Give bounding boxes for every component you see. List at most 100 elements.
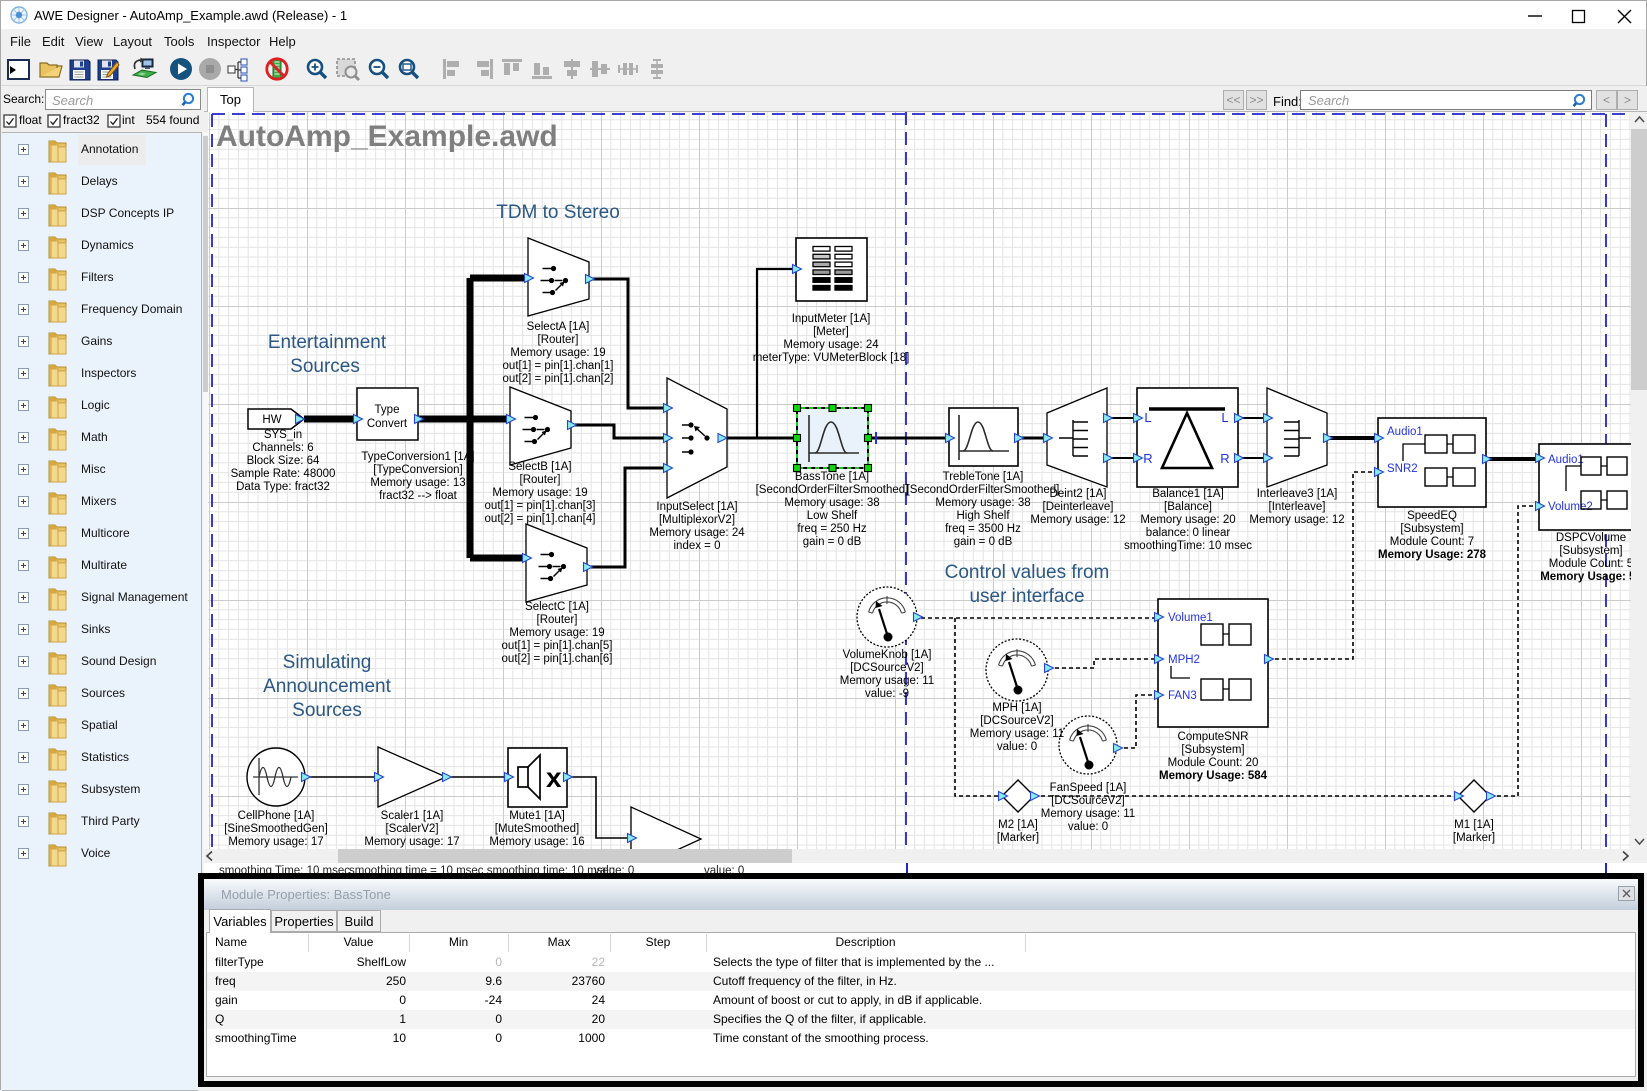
svg-text:Memory usage: 13: Memory usage: 13 [370, 477, 465, 489]
svg-text:FanSpeed [1A]: FanSpeed [1A] [1050, 782, 1127, 794]
svg-text:[Marker]: [Marker] [997, 832, 1039, 844]
svg-text:VolumeKnob [1A]: VolumeKnob [1A] [843, 649, 932, 661]
svg-text:Memory usage: 24: Memory usage: 24 [649, 527, 745, 539]
svg-text:Volume2: Volume2 [1548, 501, 1593, 513]
svg-text:[Meter]: [Meter] [813, 326, 849, 338]
svg-text:[Router]: [Router] [537, 614, 578, 626]
svg-text:meterType: VUMeterBlock [18]: meterType: VUMeterBlock [18] [753, 352, 910, 364]
svg-text:balance: 0 linear: balance: 0 linear [1146, 527, 1231, 539]
svg-text:SelectC [1A]: SelectC [1A] [525, 601, 589, 613]
svg-text:TrebleTone [1A]: TrebleTone [1A] [943, 471, 1024, 483]
svg-text:TypeConversion1 [1A]: TypeConversion1 [1A] [361, 451, 474, 463]
svg-text:out[2] = pin[1].chan[2]: out[2] = pin[1].chan[2] [503, 373, 614, 385]
svg-text:out[1] = pin[1].chan[3]: out[1] = pin[1].chan[3] [485, 500, 596, 512]
svg-text:Volume1: Volume1 [1168, 612, 1213, 624]
svg-text:gain = 0 dB: gain = 0 dB [803, 536, 862, 548]
svg-text:[Router]: [Router] [520, 474, 561, 486]
svg-text:Memory usage: 17: Memory usage: 17 [228, 836, 323, 848]
svg-text:Sample Rate: 48000: Sample Rate: 48000 [231, 468, 336, 480]
svg-text:Memory usage: 16: Memory usage: 16 [489, 836, 584, 848]
svg-text:[Interleave]: [Interleave] [1269, 501, 1326, 513]
svg-text:[Balance]: [Balance] [1164, 501, 1212, 513]
svg-text:[Subsystem]: [Subsystem] [1181, 744, 1244, 756]
svg-text:FAN3: FAN3 [1168, 690, 1197, 702]
svg-text:Memory usage: 11: Memory usage: 11 [1041, 808, 1135, 820]
svg-text:Audio1: Audio1 [1387, 426, 1423, 438]
svg-text:[MultiplexorV2]: [MultiplexorV2] [659, 514, 735, 526]
svg-text:M2 [1A]: M2 [1A] [998, 819, 1038, 831]
svg-text:Memory usage: 11: Memory usage: 11 [970, 728, 1064, 740]
svg-text:MPH2: MPH2 [1168, 654, 1200, 666]
svg-text:Interleave3 [1A]: Interleave3 [1A] [1257, 488, 1338, 500]
svg-text:Memory usage: 11: Memory usage: 11 [840, 675, 934, 687]
svg-text:Module Count: 20: Module Count: 20 [1168, 757, 1259, 769]
svg-text:M1 [1A]: M1 [1A] [1454, 819, 1494, 831]
svg-text:value: 0: value: 0 [1068, 821, 1108, 833]
svg-text:[Deinterleave]: [Deinterleave] [1043, 501, 1114, 513]
svg-text:gain = 0 dB: gain = 0 dB [954, 536, 1013, 548]
svg-text:[DCSourceV2]: [DCSourceV2] [850, 662, 924, 674]
svg-text:L: L [1221, 410, 1228, 425]
svg-text:Memory usage: 12: Memory usage: 12 [1030, 514, 1125, 526]
svg-text:SelectB [1A]: SelectB [1A] [508, 461, 571, 473]
svg-text:Memory usage: 38: Memory usage: 38 [935, 497, 1030, 509]
svg-text:[ScalerV2]: [ScalerV2] [385, 823, 438, 835]
svg-text:user interface: user interface [969, 586, 1084, 607]
svg-text:Data Type: fract32: Data Type: fract32 [236, 481, 330, 493]
svg-text:Memory Usage: 584: Memory Usage: 584 [1159, 770, 1268, 782]
svg-text:InputSelect [1A]: InputSelect [1A] [656, 501, 737, 513]
svg-text:HW: HW [262, 414, 281, 426]
svg-text:value: -9: value: -9 [865, 688, 909, 700]
svg-text:AutoAmp_Example.awd: AutoAmp_Example.awd [216, 120, 558, 153]
svg-text:[SecondOrderFilterSmoothed]: [SecondOrderFilterSmoothed] [907, 484, 1060, 496]
svg-text:Low Shelf: Low Shelf [807, 510, 858, 522]
svg-text:CellPhone [1A]: CellPhone [1A] [238, 810, 315, 822]
svg-text:Convert: Convert [367, 418, 408, 430]
svg-text:Module Count: 7: Module Count: 7 [1390, 536, 1474, 548]
svg-text:Type: Type [375, 404, 400, 416]
svg-text:SNR2: SNR2 [1387, 463, 1418, 475]
svg-text:Simulating: Simulating [283, 652, 372, 673]
svg-text:MPH [1A]: MPH [1A] [992, 702, 1041, 714]
svg-text:out[1] = pin[1].chan[1]: out[1] = pin[1].chan[1] [503, 360, 614, 372]
svg-text:Balance1 [1A]: Balance1 [1A] [1152, 488, 1224, 500]
svg-text:High Shelf: High Shelf [956, 510, 1010, 522]
svg-text:freq = 250 Hz: freq = 250 Hz [797, 523, 867, 535]
svg-text:out[1] = pin[1].chan[5]: out[1] = pin[1].chan[5] [502, 640, 613, 652]
svg-text:[MuteSmoothed]: [MuteSmoothed] [495, 823, 579, 835]
svg-text:Audio1: Audio1 [1548, 454, 1584, 466]
svg-text:Memory usage: 19: Memory usage: 19 [509, 627, 604, 639]
svg-text:L: L [1144, 410, 1151, 425]
svg-text:x: x [546, 762, 562, 793]
svg-text:Announcement: Announcement [263, 676, 392, 697]
svg-text:R: R [1143, 451, 1152, 466]
svg-text:Memory usage: 12: Memory usage: 12 [1249, 514, 1344, 526]
svg-text:value: 0: value: 0 [997, 741, 1037, 753]
svg-text:[Subsystem]: [Subsystem] [1559, 545, 1622, 557]
svg-text:[Marker]: [Marker] [1453, 832, 1495, 844]
svg-text:[DCSourceV2]: [DCSourceV2] [980, 715, 1054, 727]
svg-text:fract32 --> float: fract32 --> float [379, 490, 457, 502]
svg-text:Deint2 [1A]: Deint2 [1A] [1050, 488, 1107, 500]
svg-text:Sources: Sources [290, 356, 360, 377]
svg-text:Memory usage: 20: Memory usage: 20 [1140, 514, 1235, 526]
svg-text:Memory Usage: 278: Memory Usage: 278 [1378, 549, 1487, 561]
svg-text:SpeedEQ: SpeedEQ [1407, 510, 1457, 522]
svg-text:smoothingTime: 10 msec: smoothingTime: 10 msec [1124, 540, 1252, 552]
svg-text:Sources: Sources [292, 700, 362, 721]
svg-text:DSPCVolume: DSPCVolume [1556, 532, 1626, 544]
svg-text:Memory Usage: 58: Memory Usage: 58 [1540, 571, 1631, 583]
svg-text:TDM to Stereo: TDM to Stereo [496, 202, 620, 223]
svg-text:out[2] = pin[1].chan[4]: out[2] = pin[1].chan[4] [485, 513, 596, 525]
svg-text:[DCSourceV2]: [DCSourceV2] [1051, 795, 1125, 807]
svg-text:BassTone [1A]: BassTone [1A] [795, 471, 869, 483]
svg-text:Memory usage: 19: Memory usage: 19 [510, 347, 605, 359]
svg-text:Control values from: Control values from [945, 562, 1110, 583]
svg-text:Memory usage: 38: Memory usage: 38 [784, 497, 879, 509]
svg-text:Memory usage: 17: Memory usage: 17 [364, 836, 459, 848]
svg-text:Memory usage: 19: Memory usage: 19 [492, 487, 587, 499]
svg-text:Entertainment: Entertainment [268, 332, 387, 353]
svg-text:[TypeConversion]: [TypeConversion] [373, 464, 463, 476]
svg-text:[Subsystem]: [Subsystem] [1400, 523, 1463, 535]
svg-text:out[2] = pin[1].chan[6]: out[2] = pin[1].chan[6] [502, 653, 613, 665]
